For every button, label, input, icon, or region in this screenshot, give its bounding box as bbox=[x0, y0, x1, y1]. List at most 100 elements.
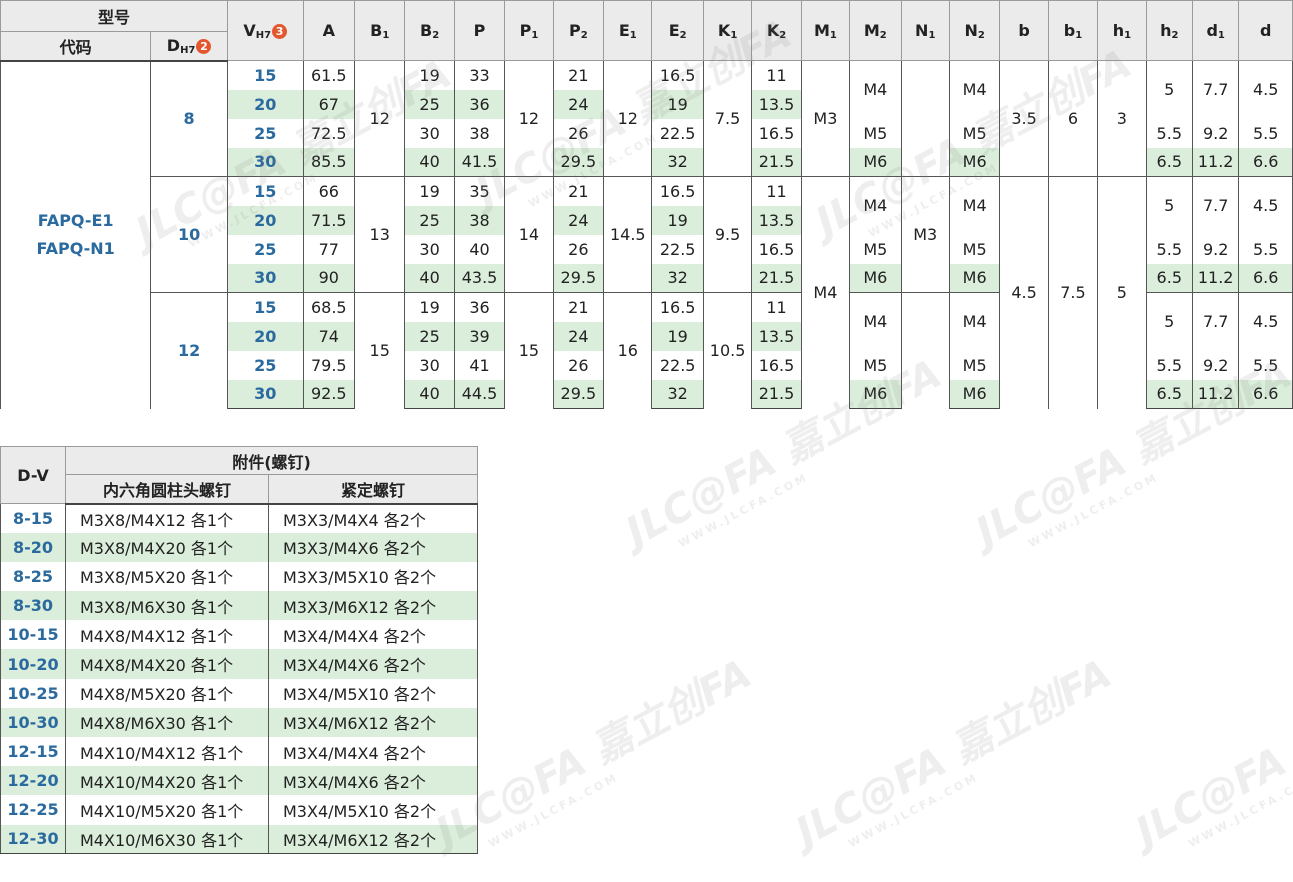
a-value: 68.5 bbox=[302, 292, 355, 322]
k1-value: 9.5 bbox=[702, 176, 753, 293]
h1-value: 3 bbox=[1097, 60, 1147, 177]
n1-value bbox=[900, 60, 950, 177]
dd-value: 6.6 bbox=[1238, 147, 1293, 177]
n2-value: M5 bbox=[948, 350, 1001, 380]
e2-value: 32 bbox=[651, 147, 704, 177]
e2-value: 32 bbox=[651, 263, 704, 293]
e2-value: 22.5 bbox=[651, 234, 704, 264]
p2-value: 26 bbox=[552, 118, 605, 148]
p2-value: 29.5 bbox=[552, 263, 605, 293]
a-value: 71.5 bbox=[302, 205, 355, 235]
accessory-row: 12-20 M4X10/M4X20 各1个 M3X4/M4X6 各2个 bbox=[0, 766, 479, 796]
col-header: P bbox=[453, 0, 506, 61]
b2-value: 25 bbox=[404, 89, 455, 119]
set-screw-cell: M3X4/M4X4 各2个 bbox=[267, 737, 479, 767]
col-header: B1 bbox=[353, 0, 406, 61]
d-value: 12 bbox=[150, 292, 228, 409]
a-value: 77 bbox=[302, 234, 355, 264]
p-value: 33 bbox=[453, 60, 506, 90]
d-header: DH7 2 bbox=[150, 31, 228, 62]
model-header: 型号 bbox=[0, 0, 228, 32]
dv-cell: 12-30 bbox=[0, 824, 66, 855]
dv-cell: 8-15 bbox=[0, 503, 66, 533]
col-header: B2 bbox=[404, 0, 455, 61]
set-screw-cell: M3X4/M4X4 各2个 bbox=[267, 620, 479, 650]
m2-value: M4 bbox=[849, 176, 902, 235]
col-header: b bbox=[999, 0, 1049, 61]
h2-value: 5 bbox=[1145, 176, 1193, 235]
p1-value: 14 bbox=[504, 176, 554, 293]
n2-value: M6 bbox=[948, 379, 1001, 409]
col-header: P2 bbox=[552, 0, 605, 61]
set-screw-cell: M3X4/M4X6 各2个 bbox=[267, 766, 479, 796]
dv-cell: 10-20 bbox=[0, 649, 66, 679]
accessory-row: 10-15 M4X8/M4X12 各1个 M3X4/M4X4 各2个 bbox=[0, 620, 479, 650]
dv-cell: 12-20 bbox=[0, 766, 66, 796]
col-header: M2 bbox=[849, 0, 902, 61]
k2-value: 13.5 bbox=[751, 205, 802, 235]
n2-value: M4 bbox=[948, 292, 1001, 351]
k2-value: 11 bbox=[751, 176, 802, 206]
p-value: 41.5 bbox=[453, 147, 506, 177]
p2-value: 29.5 bbox=[552, 379, 605, 409]
h2-value: 5 bbox=[1145, 60, 1193, 119]
d1-value: 11.2 bbox=[1191, 147, 1240, 177]
k1-value: 7.5 bbox=[702, 60, 753, 177]
v-value: 20 bbox=[226, 205, 304, 235]
d-value: 10 bbox=[150, 176, 228, 293]
k2-value: 21.5 bbox=[751, 147, 802, 177]
p1-value: 12 bbox=[504, 60, 554, 177]
e1-value: 16 bbox=[603, 292, 653, 409]
v-value: 15 bbox=[226, 176, 304, 206]
n2-value: M6 bbox=[948, 263, 1001, 293]
dd-value: 5.5 bbox=[1238, 350, 1293, 380]
dd-value: 5.5 bbox=[1238, 234, 1293, 264]
watermark-logo: JLC@FA 嘉立创FAWWW.JLCFA.COM bbox=[1128, 650, 1293, 856]
socket-screw-cell: M4X10/M4X20 各1个 bbox=[65, 766, 269, 796]
col-header: A bbox=[302, 0, 355, 61]
accessory-table: D-V 附件(螺钉) 内六角圆柱头螺钉 紧定螺钉 8-15 M3X8/M4X12 … bbox=[0, 446, 479, 855]
p-value: 38 bbox=[453, 118, 506, 148]
d1-value: 11.2 bbox=[1191, 379, 1240, 409]
m2-value: M4 bbox=[849, 60, 902, 119]
p2-value: 26 bbox=[552, 350, 605, 380]
m2-value: M5 bbox=[849, 118, 902, 148]
e2-value: 19 bbox=[651, 321, 704, 351]
k2-value: 21.5 bbox=[751, 263, 802, 293]
p-value: 36 bbox=[453, 89, 506, 119]
socket-screw-header: 内六角圆柱头螺钉 bbox=[65, 474, 269, 505]
socket-screw-cell: M4X10/M6X30 各1个 bbox=[65, 824, 269, 855]
p2-value: 24 bbox=[552, 89, 605, 119]
p2-value: 21 bbox=[552, 60, 605, 90]
dv-cell: 8-30 bbox=[0, 591, 66, 621]
col-header: h1 bbox=[1097, 0, 1147, 61]
dd-value: 5.5 bbox=[1238, 118, 1293, 148]
socket-screw-cell: M4X8/M6X30 各1个 bbox=[65, 707, 269, 737]
h1-value: 5 bbox=[1097, 176, 1147, 409]
col-header: N1 bbox=[900, 0, 950, 61]
set-screw-cell: M3X4/M5X10 各2个 bbox=[267, 795, 479, 825]
d-value: 8 bbox=[150, 60, 228, 177]
b2-value: 25 bbox=[404, 205, 455, 235]
socket-screw-cell: M3X8/M6X30 各1个 bbox=[65, 591, 269, 621]
v-value: 25 bbox=[226, 350, 304, 380]
accessory-row: 8-25 M3X8/M5X20 各1个 M3X3/M5X10 各2个 bbox=[0, 561, 479, 592]
e2-value: 19 bbox=[651, 89, 704, 119]
m1-value: M4 bbox=[800, 176, 851, 409]
p-value: 40 bbox=[453, 234, 506, 264]
v-value: 30 bbox=[226, 147, 304, 177]
accessory-row: 10-25 M4X8/M5X20 各1个 M3X4/M5X10 各2个 bbox=[0, 678, 479, 708]
dv-cell: 8-25 bbox=[0, 561, 66, 592]
dv-header: D-V bbox=[0, 446, 66, 504]
m2-value: M6 bbox=[849, 263, 902, 293]
n2-value: M4 bbox=[948, 176, 1001, 235]
p-value: 36 bbox=[453, 292, 506, 322]
v-value: 30 bbox=[226, 263, 304, 293]
accessory-row: 10-30 M4X8/M6X30 各1个 M3X4/M6X12 各2个 bbox=[0, 707, 479, 737]
p-value: 35 bbox=[453, 176, 506, 206]
v-value: 20 bbox=[226, 321, 304, 351]
h2-value: 5.5 bbox=[1145, 350, 1193, 380]
b2-value: 19 bbox=[404, 292, 455, 322]
h2-value: 6.5 bbox=[1145, 379, 1193, 409]
code-header: 代码 bbox=[0, 31, 152, 62]
